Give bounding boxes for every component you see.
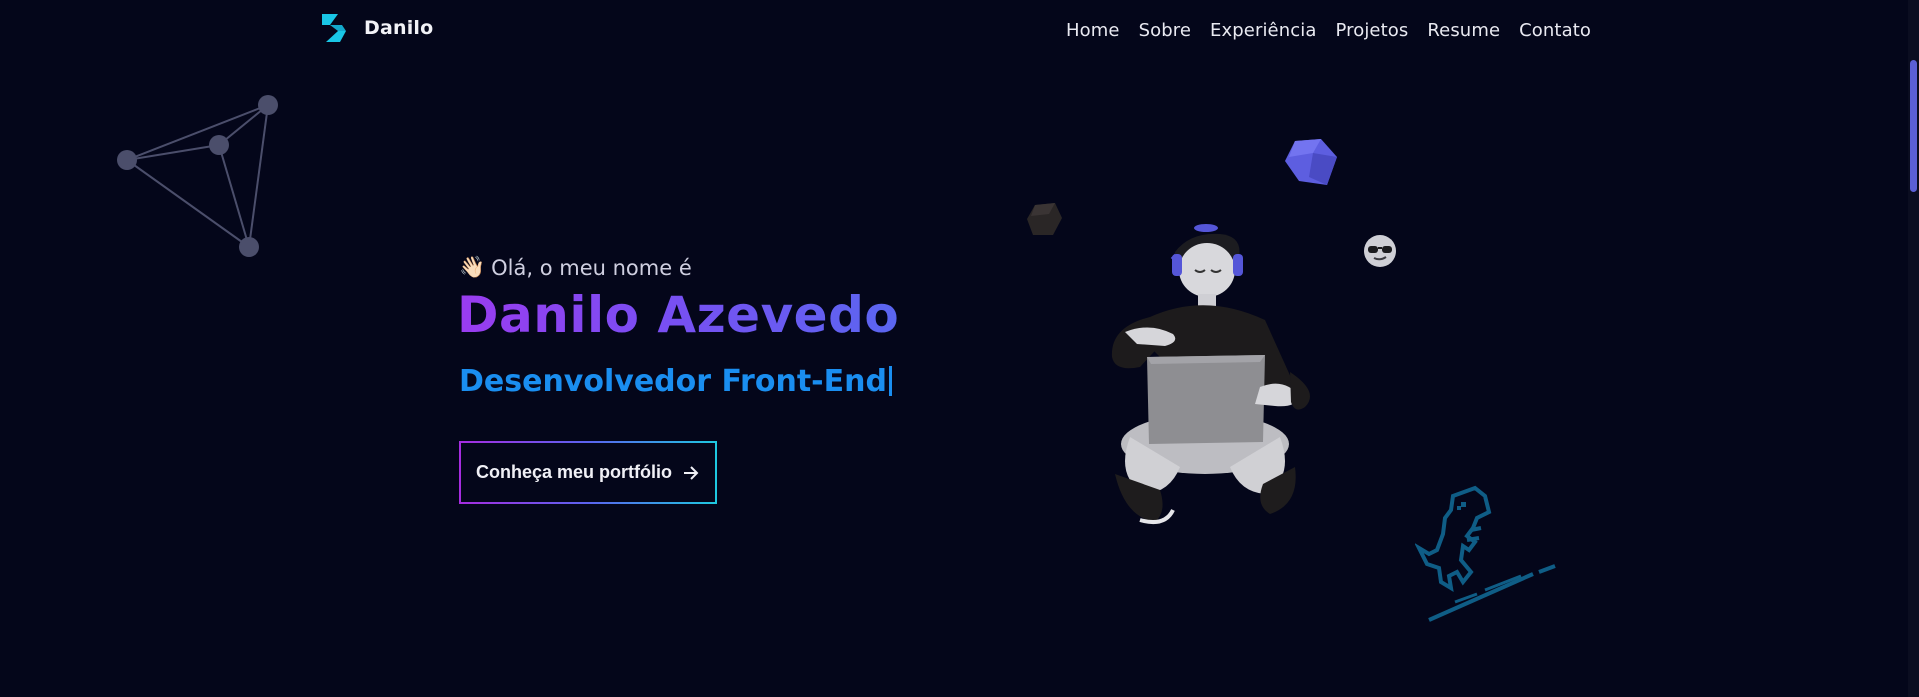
greeting: 👋🏻 Olá, o meu nome é [459,255,692,280]
brand[interactable]: Danilo [318,12,433,44]
typing-caret [888,366,892,396]
hero-role-text: Desenvolvedor Front-End [459,364,887,399]
network-graph-icon [117,95,278,257]
arrow-right-icon [684,465,699,480]
page-scrollbar[interactable] [1908,0,1919,697]
nav-experiencia[interactable]: Experiência [1210,20,1316,41]
portfolio-button[interactable]: Conheça meu portfólio [459,441,717,504]
scrollbar-thumb[interactable] [1910,60,1917,192]
portfolio-button-label: Conheça meu portfólio [475,462,672,482]
hero-name: Danilo Azevedo [457,286,900,344]
developer-3d-illustration [1111,224,1310,524]
bolt-logo-icon [322,14,346,42]
nav-projetos[interactable]: Projetos [1335,20,1408,41]
brand-name: Danilo [364,17,434,39]
hero-role: Desenvolvedor Front-End [459,364,892,399]
pixel-dinosaur-icon [1415,485,1556,622]
nav-contato[interactable]: Contato [1519,20,1591,41]
waving-hand-icon: 👋🏻 [459,255,486,279]
nav-resume[interactable]: Resume [1427,20,1500,41]
sunglasses-emoji-icon [1364,235,1396,267]
nav-sobre[interactable]: Sobre [1139,20,1191,41]
main-menu: Home Sobre Experiência Projetos Resume C… [1066,20,1591,41]
greeting-text: Olá, o meu nome é [491,255,692,280]
nav-home[interactable]: Home [1066,20,1120,41]
purple-cube-icon [1285,139,1337,185]
portfolio-hero-page: Danilo Home Sobre Experiência Projetos R… [0,0,1919,697]
navbar: Danilo Home Sobre Experiência Projetos R… [0,0,1919,66]
